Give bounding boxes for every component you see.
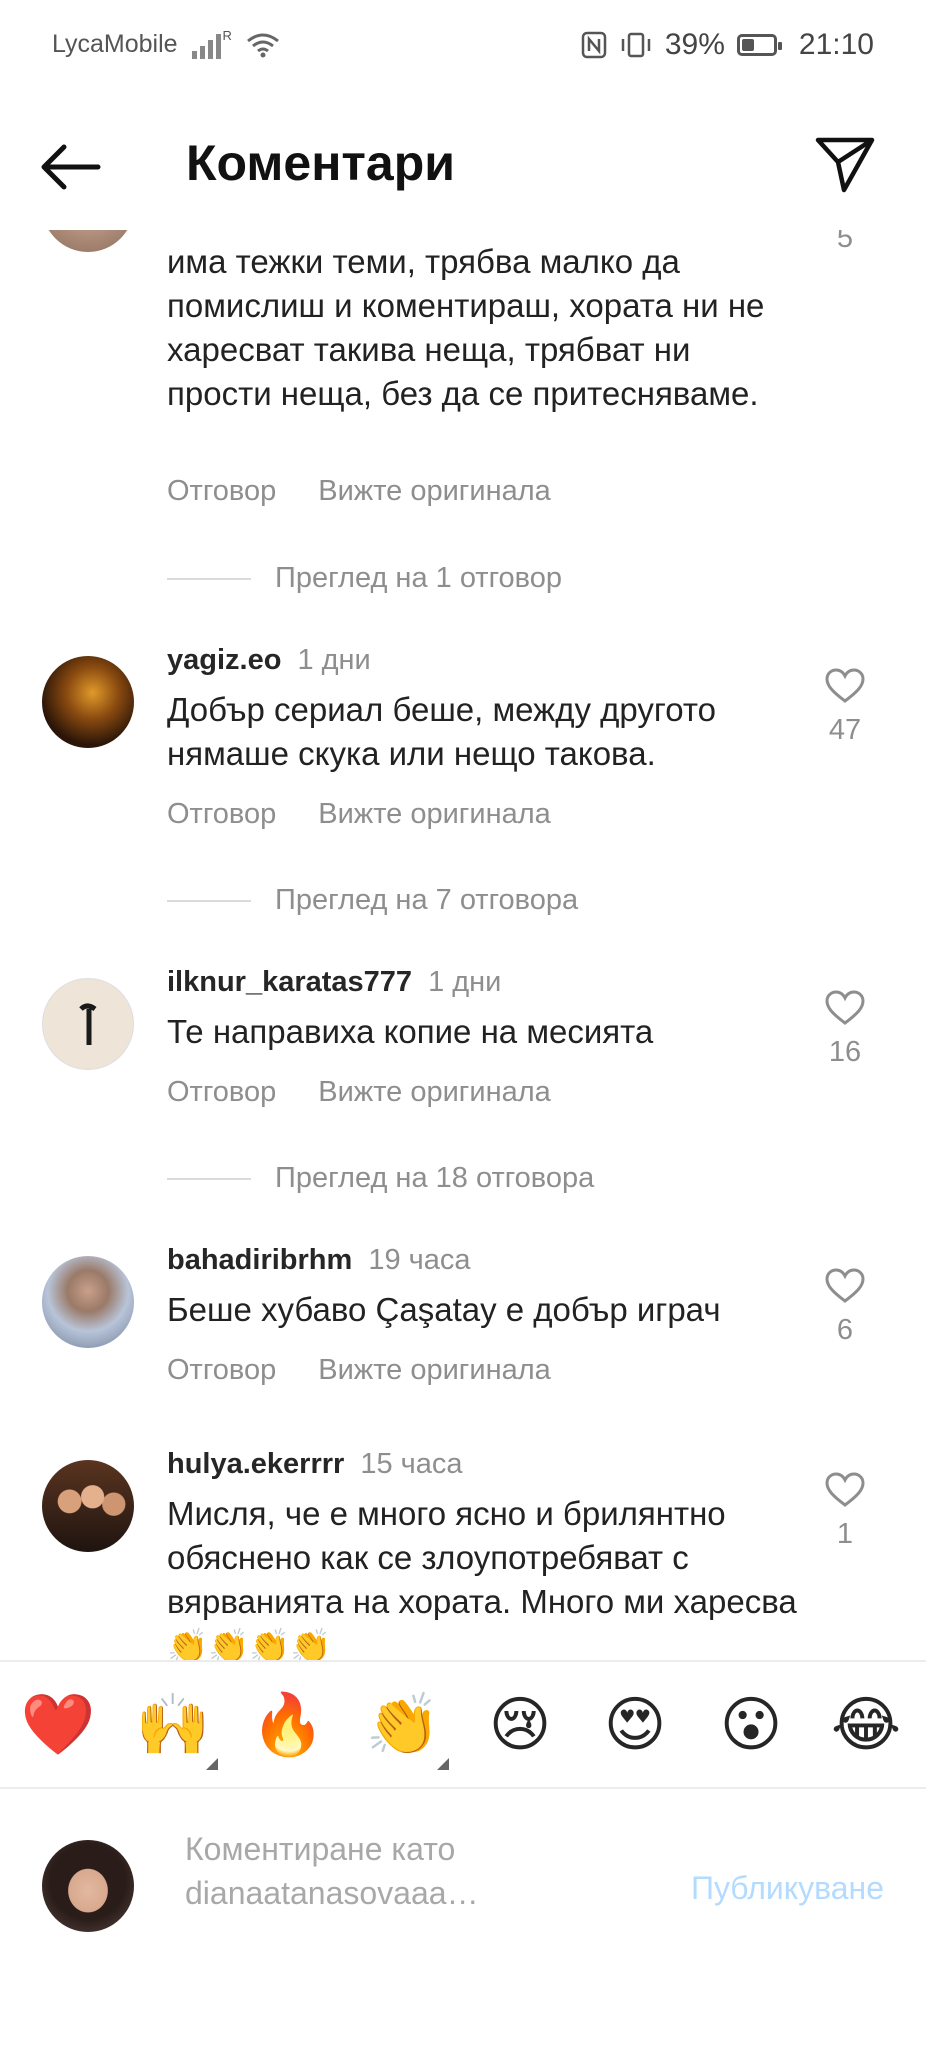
comment-header: yagiz.eo 1 дни [167, 644, 371, 677]
fire-emoji-button[interactable]: 🔥 [250, 1692, 326, 1758]
like-count: 6 [836, 1314, 854, 1346]
username[interactable]: yagiz.eo [167, 644, 281, 676]
view-replies[interactable]: Преглед на 18 отговора [167, 1162, 594, 1195]
timestamp: 1 дни [428, 966, 502, 998]
surprised-emoji-button[interactable]: 😮 [713, 1692, 789, 1758]
reply-button[interactable]: Отговор [167, 475, 276, 508]
clock: 21:10 [798, 28, 874, 61]
see-original-button[interactable]: Вижте оригинала [318, 475, 551, 508]
heart-icon [825, 1472, 865, 1507]
battery-percent: 39% [664, 28, 725, 61]
avatar[interactable] [42, 1256, 134, 1348]
variant-indicator-icon [437, 1758, 449, 1770]
comment-input[interactable]: Коментиране като dianaatanasovaaa… [185, 1827, 565, 1915]
avatar[interactable] [42, 656, 134, 748]
clapping-emoji-button[interactable]: 👏 [365, 1692, 441, 1758]
like-count: 5 [836, 230, 854, 254]
heart-eyes-emoji-button[interactable]: 😍 [597, 1692, 673, 1758]
view-replies-label: Преглед на 7 отговора [275, 884, 579, 916]
comment-actions: Отговор Вижте оригинала [167, 1076, 551, 1109]
status-bar: LycaMobile R 39% 21:10 [0, 0, 926, 90]
like-button[interactable]: 47 [820, 668, 870, 747]
timestamp: 19 часа [368, 1244, 471, 1276]
quick-reactions-bar: ❤️ 🙌 🔥 👏 😢 😍 😮 😂 [0, 1660, 926, 1789]
like-count: 16 [828, 1036, 862, 1068]
view-replies[interactable]: Преглед на 7 отговора [167, 884, 578, 917]
battery-icon [736, 34, 782, 56]
status-right: 39% 21:10 [581, 28, 874, 62]
like-button[interactable]: 6 [820, 1268, 870, 1347]
status-left: LycaMobile R [52, 28, 280, 59]
comment-text: Мисля, че е много ясно и брилянтно обясн… [167, 1495, 797, 1660]
publish-button[interactable]: Публикуване [691, 1870, 884, 1907]
comment-header: bahadiribrhm 19 часа [167, 1244, 471, 1277]
comment-text: Добър сериал беше, между другото нямаше … [167, 691, 716, 772]
crying-emoji-button[interactable]: 😢 [482, 1692, 558, 1758]
avatar-glyph [79, 1003, 97, 1045]
like-button[interactable]: 16 [820, 990, 870, 1069]
see-original-button[interactable]: Вижте оригинала [318, 798, 551, 831]
heart-icon [825, 990, 865, 1025]
nfc-icon [581, 31, 607, 59]
comment-text: има тежки теми, трябва малко да помислиш… [167, 243, 765, 412]
vibrate-icon [621, 32, 651, 58]
comment-actions: Отговор Вижте оригинала [167, 798, 551, 831]
heart-icon [825, 668, 865, 703]
back-arrow-icon[interactable] [38, 142, 102, 192]
username[interactable]: ilknur_karatas777 [167, 966, 412, 998]
view-replies-label: Преглед на 1 отговор [275, 562, 562, 594]
avatar[interactable] [42, 978, 134, 1070]
avatar[interactable] [42, 230, 134, 252]
signal-icon [191, 31, 221, 59]
view-replies[interactable]: Преглед на 1 отговор [167, 562, 562, 595]
reply-button[interactable]: Отговор [167, 1076, 276, 1109]
comment-text: Беше хубаво Çaşatay е добър играч [167, 1291, 721, 1328]
like-count: 47 [828, 714, 862, 746]
header: Коментари [0, 110, 926, 220]
raising-hands-emoji-button[interactable]: 🙌 [135, 1692, 211, 1758]
comment-header: ilknur_karatas777 1 дни [167, 966, 501, 999]
comments-list[interactable]: 5 има тежки теми, трябва малко да помисл… [0, 230, 926, 1660]
view-replies-label: Преглед на 18 отговора [275, 1162, 595, 1194]
like-count: 1 [836, 1518, 854, 1550]
see-original-button[interactable]: Вижте оригинала [318, 1076, 551, 1109]
comment-text: Те направиха копие на месията [167, 1013, 654, 1050]
placeholder-line-2: dianaatanasovaaa… [185, 1875, 479, 1911]
replies-divider [167, 1177, 251, 1180]
page-title: Коментари [186, 135, 455, 191]
variant-indicator-icon [206, 1758, 218, 1770]
current-user-avatar [42, 1840, 134, 1932]
heart-icon [825, 1268, 865, 1303]
username[interactable]: hulya.ekerrrr [167, 1448, 344, 1480]
timestamp: 15 часа [360, 1448, 463, 1480]
comment-actions: Отговор Вижте оригинала [167, 475, 551, 508]
laughing-emoji-button[interactable]: 😂 [828, 1692, 904, 1758]
replies-divider [167, 899, 251, 902]
timestamp: 1 дни [297, 644, 371, 676]
comment-actions: Отговор Вижте оригинала [167, 1354, 551, 1387]
see-original-button[interactable]: Вижте оригинала [318, 1354, 551, 1387]
send-icon[interactable] [814, 134, 876, 194]
comment-input-bar: Коментиране като dianaatanasovaaa… Публи… [0, 1787, 926, 1987]
carrier-name: LycaMobile [52, 30, 178, 58]
like-button[interactable]: 1 [820, 1472, 870, 1551]
heart-emoji-button[interactable]: ❤️ [20, 1692, 96, 1758]
username[interactable]: bahadiribrhm [167, 1244, 352, 1276]
roaming-tag: R [222, 28, 232, 43]
reply-button[interactable]: Отговор [167, 798, 276, 831]
placeholder-line-1: Коментиране като [185, 1831, 456, 1867]
reply-button[interactable]: Отговор [167, 1354, 276, 1387]
avatar[interactable] [42, 1460, 134, 1552]
wifi-icon [246, 33, 279, 57]
replies-divider [167, 577, 251, 580]
comment-header: hulya.ekerrrr 15 часа [167, 1448, 463, 1481]
